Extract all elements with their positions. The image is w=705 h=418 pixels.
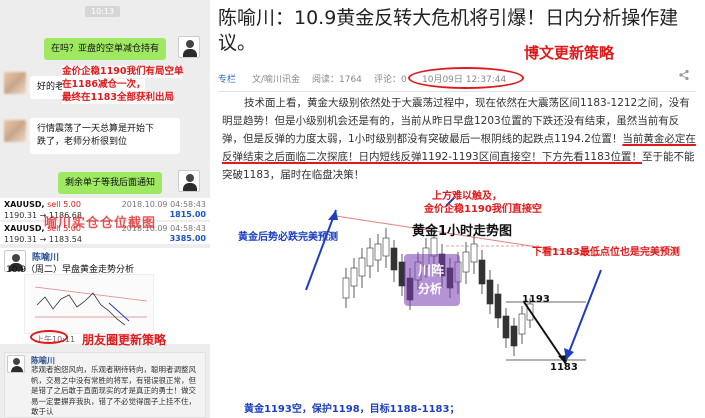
annotation-left: 黄金后势必跌完美预测 (238, 232, 338, 243)
avatar (178, 170, 200, 192)
trade-symbol: XAUUSD, (4, 200, 45, 209)
view-count: 阅读：1764 (312, 75, 362, 85)
trade-plan-note: 黄金1193空，保护1198，目标1188-1183； (244, 404, 460, 415)
chat-time: 10:13 (85, 6, 121, 17)
chat-text: 跌了，老师分析很到位 (37, 137, 128, 148)
blurred-avatar (4, 72, 26, 94)
comment-box: 陈喻川 悲观者抱怨风向，乐观者期待转向，聪明者调整风帆，交易之中没有常胜的将军，… (4, 352, 206, 418)
level-1183: 1183 (550, 362, 578, 373)
chat-text: 行情震荡了一天总算是开始下 (37, 124, 155, 134)
trade-symbol: XAUUSD, (4, 224, 45, 233)
divider (218, 91, 696, 92)
annotation-top-1: 上方难以触及， (432, 191, 502, 202)
position-watermark: 喻川实仓仓位截图 (44, 216, 157, 231)
red-note-line2: 在1186减仓一次， (62, 79, 146, 92)
annotation-right: 下看1183最低点位也是完美预测 (532, 247, 680, 258)
comment-text: 悲观者抱怨风向，乐观者期待转向，聪明者调整风帆，交易之中没有常胜的将军，有错误很… (31, 365, 196, 416)
article-author: 文/喻川讯金 (252, 75, 301, 85)
post-chart-image[interactable] (24, 274, 154, 334)
article-title: 陈喻川：10.9黄金反转大危机将引爆！日内分析操作建议。 (218, 7, 679, 55)
moments-update-label: 朋友圈更新策略 (82, 333, 167, 347)
avatar (7, 355, 25, 373)
chat-screenshot-panel: 10:13 在吗？亚盘的空单减仓持有 好的老师 金价企稳1190我们有局空单 在… (0, 0, 210, 418)
column-tag[interactable]: 专栏 (218, 72, 236, 85)
paragraph-text: 技术面上看，黄金大级别依然处于大震荡过程中，现在依然在大震荡区间1183-121… (222, 97, 690, 146)
gold-1h-chart: 黄金1小时走势图 川阵 分析 1193 1183 (296, 187, 626, 394)
analysis-paragraph: 技术面上看，黄金大级别依然处于大震荡过程中，现在依然在大震荡区间1183-121… (222, 94, 698, 184)
datetime-highlight (408, 67, 524, 89)
blurred-avatar (4, 120, 26, 142)
underlined-target: 下方先看1183位置！ (541, 151, 642, 164)
red-note-line3: 最终在1183全部获利出局 (62, 92, 174, 105)
post-time-highlight (30, 330, 68, 344)
comment-count: 评论：0 (374, 75, 407, 85)
avatar (178, 36, 200, 58)
share-icon[interactable] (678, 69, 690, 84)
red-note-line1: 金价企稳1190我们有局空单 (62, 66, 184, 79)
chat-bubble-market: 行情震荡了一天总算是开始下 跌了，老师分析很到位 (30, 118, 180, 155)
annotation-top-2: 金价企稳1190我们直接空 (424, 204, 542, 215)
trade-pnl: 1815.00 (169, 210, 206, 219)
chart-watermark-sub: 分析 (418, 282, 443, 296)
trade-side: sell 5.00 (47, 200, 81, 209)
trade-pnl: 3385.00 (169, 234, 206, 243)
blog-update-label: 博文更新策略 (524, 44, 615, 62)
chart-watermark: 川阵 (418, 264, 445, 279)
level-1193: 1193 (522, 294, 550, 305)
chat-bubble-remaining: 剩余单子等我后面通知 (58, 172, 163, 195)
chat-bubble-question: 在吗？亚盘的空单减仓持有 (44, 38, 167, 61)
chart-title: 黄金1小时走势图 (412, 224, 513, 239)
